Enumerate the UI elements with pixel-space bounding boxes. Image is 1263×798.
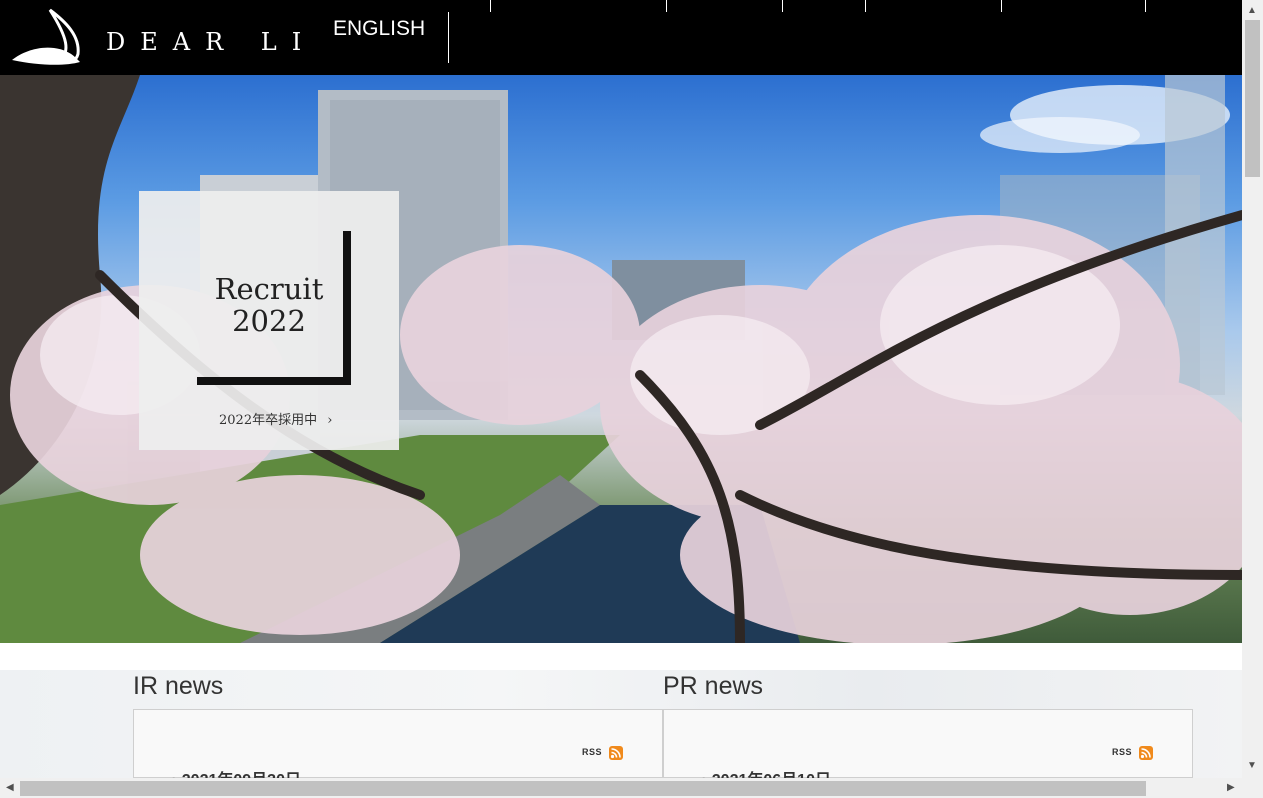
- scroll-right-icon[interactable]: ▶: [1227, 783, 1235, 793]
- nav-divider: [666, 0, 667, 12]
- recruit-banner[interactable]: Recruit 2022 2022年卒採用中 ›: [139, 191, 399, 450]
- nav-divider: [1001, 0, 1002, 12]
- pr-news-heading: PR news: [663, 672, 764, 700]
- pr-rss-link[interactable]: RSS: [1112, 746, 1156, 760]
- rss-label: RSS: [582, 747, 603, 757]
- recruit-title: Recruit: [214, 272, 324, 306]
- rss-icon: [1139, 746, 1153, 760]
- english-link[interactable]: ENGLISH: [333, 17, 425, 41]
- recruit-link-text: 2022年卒採用中 ›: [219, 413, 333, 428]
- scroll-left-icon[interactable]: ◀: [6, 783, 14, 793]
- nav-divider: [865, 0, 866, 12]
- nav-divider: [782, 0, 783, 12]
- scroll-down-icon[interactable]: ▼: [1247, 761, 1257, 771]
- chevron-right-icon: ›: [327, 413, 333, 428]
- nav-divider: [448, 12, 449, 63]
- nav-divider: [1145, 0, 1146, 12]
- hero-image: Recruit 2022 2022年卒採用中 ›: [0, 75, 1242, 643]
- site-logo[interactable]: DEAR LIFE: [10, 8, 315, 68]
- rss-icon: [609, 746, 623, 760]
- ir-news-heading: IR news: [133, 672, 224, 700]
- scroll-up-icon[interactable]: ▲: [1247, 6, 1257, 16]
- ir-rss-link[interactable]: RSS: [582, 746, 626, 760]
- recruit-bracket: [197, 377, 351, 385]
- recruit-year: 2022: [232, 304, 306, 338]
- logo-text: DEAR LIFE: [106, 28, 315, 56]
- site-header: DEAR LIFE ENGLISH: [0, 0, 1242, 75]
- vertical-scroll-thumb[interactable]: [1245, 20, 1260, 177]
- logo-mark-icon: [12, 8, 80, 65]
- nav-divider: [490, 0, 491, 12]
- rss-label: RSS: [1112, 747, 1133, 757]
- horizontal-scroll-thumb[interactable]: [20, 781, 1146, 796]
